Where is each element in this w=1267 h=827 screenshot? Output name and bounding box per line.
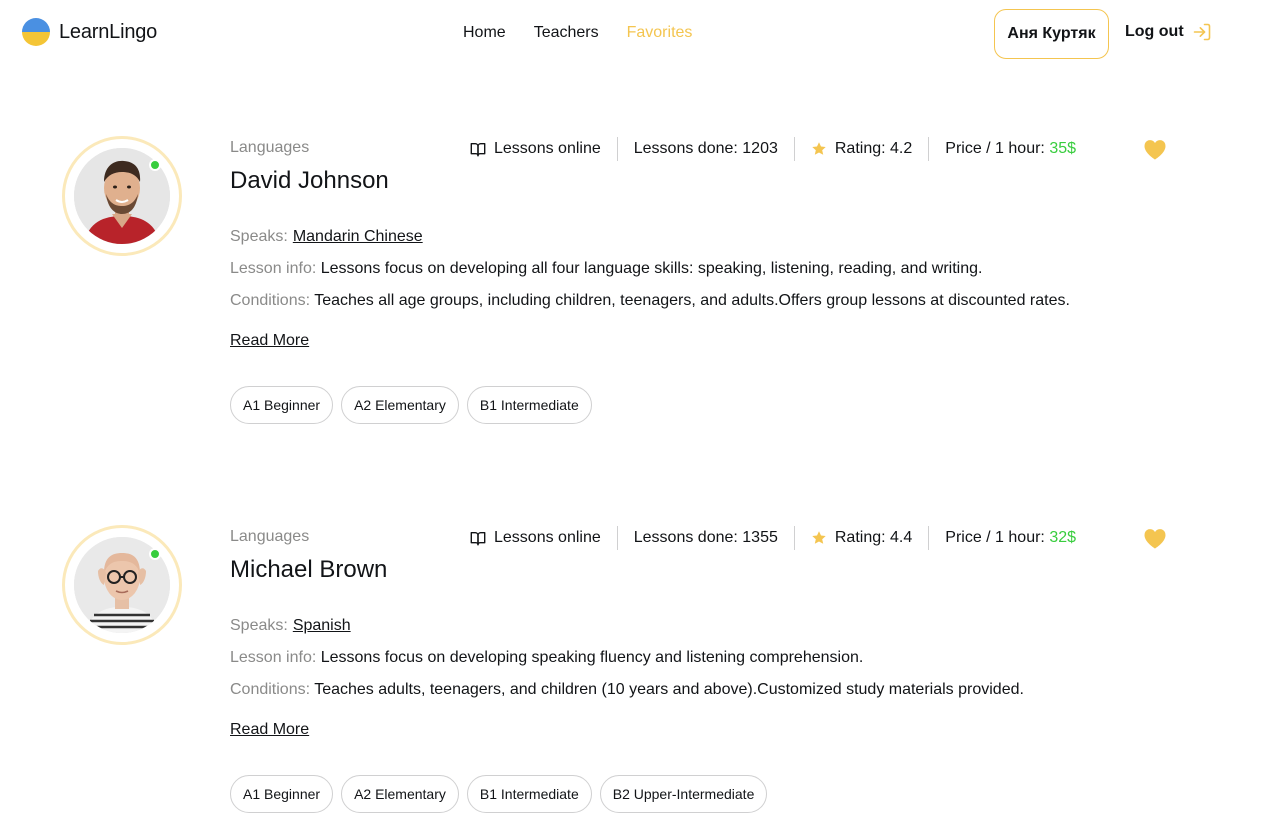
level-tag[interactable]: A2 Elementary — [341, 775, 459, 813]
speaks-label: Speaks: — [230, 228, 288, 245]
speaks-line: Speaks: Mandarin Chinese — [230, 228, 423, 246]
user-profile-button[interactable]: Аня Куртяк — [994, 9, 1109, 59]
price-label: Price / 1 hour: — [945, 140, 1050, 157]
logout-button[interactable]: Log out — [1125, 22, 1212, 42]
avatar-ring — [62, 136, 182, 256]
lessons-done-stat: Lessons done: 1355 — [634, 526, 778, 550]
nav-home[interactable]: Home — [463, 24, 506, 42]
level-tags: A1 Beginner A2 Elementary B1 Intermediat… — [230, 775, 768, 813]
level-tags: A1 Beginner A2 Elementary B1 Intermediat… — [230, 386, 592, 424]
rating-value: 4.2 — [890, 140, 913, 157]
nav-favorites[interactable]: Favorites — [627, 24, 693, 42]
stat-divider — [928, 137, 930, 161]
price-stat: Price / 1 hour: 35$ — [945, 137, 1076, 161]
conditions-label: Conditions: — [230, 292, 311, 309]
teacher-name: David Johnson — [230, 167, 389, 194]
nav-teachers[interactable]: Teachers — [534, 24, 599, 42]
lessons-online-stat: Lessons online — [470, 526, 601, 550]
level-tag[interactable]: A2 Elementary — [341, 386, 459, 424]
teacher-name: Michael Brown — [230, 556, 388, 583]
lessons-online-label: Lessons online — [494, 140, 601, 157]
header: LearnLingo Home Teachers Favorites Аня К… — [0, 0, 1267, 68]
lessons-done-label: Lessons done: — [633, 529, 743, 546]
logout-label: Log out — [1125, 23, 1184, 40]
lesson-info-text: Lessons focus on developing all four lan… — [320, 260, 983, 277]
main-nav: Home Teachers Favorites — [463, 24, 692, 42]
conditions-line: Conditions: Teaches adults, teenagers, a… — [230, 681, 1024, 699]
price-label: Price / 1 hour: — [945, 529, 1050, 546]
languages-label: Languages — [230, 528, 310, 545]
conditions-line: Conditions: Teaches all age groups, incl… — [230, 292, 1070, 310]
online-status-indicator — [149, 548, 161, 560]
ukraine-flag-icon — [22, 18, 50, 46]
speaks-language-link[interactable]: Mandarin Chinese — [293, 228, 423, 245]
favorite-heart-icon[interactable] — [1142, 136, 1168, 162]
rating-stat: Rating: 4.2 — [811, 137, 912, 161]
lesson-info-text: Lessons focus on developing speaking flu… — [320, 649, 864, 666]
rating-label: Rating: — [834, 529, 891, 546]
read-more-button[interactable]: Read More — [230, 332, 309, 350]
level-tag[interactable]: A1 Beginner — [230, 386, 334, 424]
teacher-stats: Lessons online Lessons done: 1355 Rating… — [470, 525, 1076, 551]
lessons-done-label: Lessons done: — [633, 140, 743, 157]
level-tag[interactable]: B2 Upper-Intermediate — [599, 775, 768, 813]
book-open-icon — [470, 532, 486, 546]
speaks-label: Speaks: — [230, 617, 288, 634]
lessons-online-stat: Lessons online — [470, 137, 601, 161]
stat-divider — [616, 526, 618, 550]
lesson-info-line: Lesson info: Lessons focus on developing… — [230, 260, 982, 278]
lessons-online-label: Lessons online — [494, 529, 601, 546]
stat-divider — [616, 137, 618, 161]
avatar-ring — [62, 525, 182, 645]
stat-divider — [928, 526, 930, 550]
teacher-card: Languages Michael Brown Lessons online L… — [0, 525, 1267, 825]
teacher-card: Languages David Johnson Lessons online L… — [0, 136, 1267, 436]
favorite-heart-icon[interactable] — [1142, 525, 1168, 551]
rating-label: Rating: — [834, 140, 891, 157]
conditions-text: Teaches adults, teenagers, and children … — [314, 681, 1024, 698]
conditions-label: Conditions: — [230, 681, 311, 698]
lessons-done-value: 1355 — [742, 529, 778, 546]
lesson-info-label: Lesson info: — [230, 260, 317, 277]
logo-text: LearnLingo — [59, 20, 158, 43]
price-value: 35$ — [1049, 140, 1077, 157]
languages-label: Languages — [230, 139, 310, 156]
lessons-done-value: 1203 — [742, 140, 778, 157]
read-more-button[interactable]: Read More — [230, 721, 309, 739]
online-status-indicator — [149, 159, 161, 171]
book-open-icon — [470, 143, 486, 157]
stat-divider — [793, 526, 795, 550]
rating-value: 4.4 — [890, 529, 913, 546]
speaks-language-link[interactable]: Spanish — [293, 617, 351, 634]
price-stat: Price / 1 hour: 32$ — [945, 526, 1076, 550]
level-tag[interactable]: B1 Intermediate — [466, 775, 592, 813]
star-icon — [812, 142, 826, 155]
level-tag[interactable]: A1 Beginner — [230, 775, 334, 813]
price-value: 32$ — [1049, 529, 1077, 546]
lesson-info-line: Lesson info: Lessons focus on developing… — [230, 649, 863, 667]
rating-stat: Rating: 4.4 — [811, 526, 912, 550]
lessons-done-stat: Lessons done: 1203 — [634, 137, 778, 161]
logout-icon — [1193, 23, 1210, 41]
speaks-line: Speaks: Spanish — [230, 617, 351, 635]
stat-divider — [793, 137, 795, 161]
star-icon — [812, 531, 826, 544]
logo-link[interactable]: LearnLingo — [22, 18, 157, 46]
teacher-stats: Lessons online Lessons done: 1203 Rating… — [470, 136, 1076, 162]
level-tag[interactable]: B1 Intermediate — [466, 386, 592, 424]
conditions-text: Teaches all age groups, including childr… — [314, 292, 1070, 309]
lesson-info-label: Lesson info: — [230, 649, 317, 666]
